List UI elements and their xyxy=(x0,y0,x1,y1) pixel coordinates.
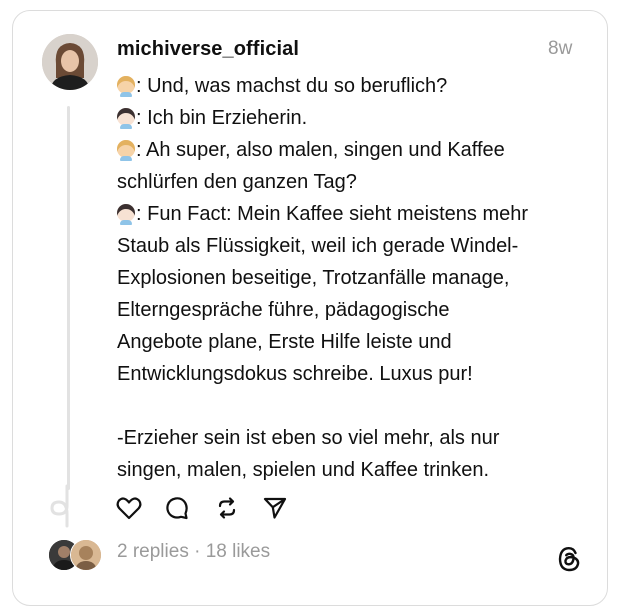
thread-line xyxy=(67,106,70,490)
woman-technologist-icon xyxy=(117,204,135,225)
share-icon[interactable] xyxy=(261,494,289,522)
post-line: : Ah super, also malen, singen und Kaffe… xyxy=(117,134,597,166)
post-line: Explosionen beseitige, Trotzanfälle mana… xyxy=(117,267,510,289)
post-line: : Und, was machst du so beruflich? xyxy=(117,70,597,102)
post-text: : Und, was machst du so beruflich? : Ich… xyxy=(117,70,597,486)
threads-logo-icon[interactable] xyxy=(556,545,582,573)
post-line: Angebote plane, Erste Hilfe leiste und xyxy=(117,331,452,353)
post-line: Entwicklungsdokus schreibe. Luxus pur! xyxy=(117,363,473,385)
post-line: schlürfen den ganzen Tag? xyxy=(117,171,357,193)
paragraph-break xyxy=(117,390,597,422)
woman-technologist-icon xyxy=(117,76,135,97)
woman-technologist-icon xyxy=(117,140,135,161)
profile-avatar[interactable] xyxy=(42,34,98,90)
post-line: -Erzieher sein ist eben so viel mehr, al… xyxy=(117,427,500,449)
heart-icon[interactable] xyxy=(115,494,143,522)
comment-icon[interactable] xyxy=(163,494,191,522)
thread-curl-icon xyxy=(50,484,69,528)
woman-technologist-icon xyxy=(117,108,135,129)
replies-likes-count[interactable]: 2 replies · 18 likes xyxy=(117,541,270,563)
username[interactable]: michiverse_official xyxy=(117,38,299,61)
reply-avatars[interactable] xyxy=(48,539,104,571)
post-line: singen, malen, spielen und Kaffee trinke… xyxy=(117,459,490,481)
post-timestamp: 8w xyxy=(548,38,573,59)
post-line: Elterngespräche führe, pädagogische xyxy=(117,299,450,321)
post-line: : Ich bin Erzieherin. xyxy=(117,102,597,134)
post-line: : Fun Fact: Mein Kaffee sieht meistens m… xyxy=(117,198,597,230)
repost-icon[interactable] xyxy=(213,494,241,522)
post-line: Staub als Flüssigkeit, weil ich gerade W… xyxy=(117,235,519,257)
reply-avatar[interactable] xyxy=(70,539,102,571)
